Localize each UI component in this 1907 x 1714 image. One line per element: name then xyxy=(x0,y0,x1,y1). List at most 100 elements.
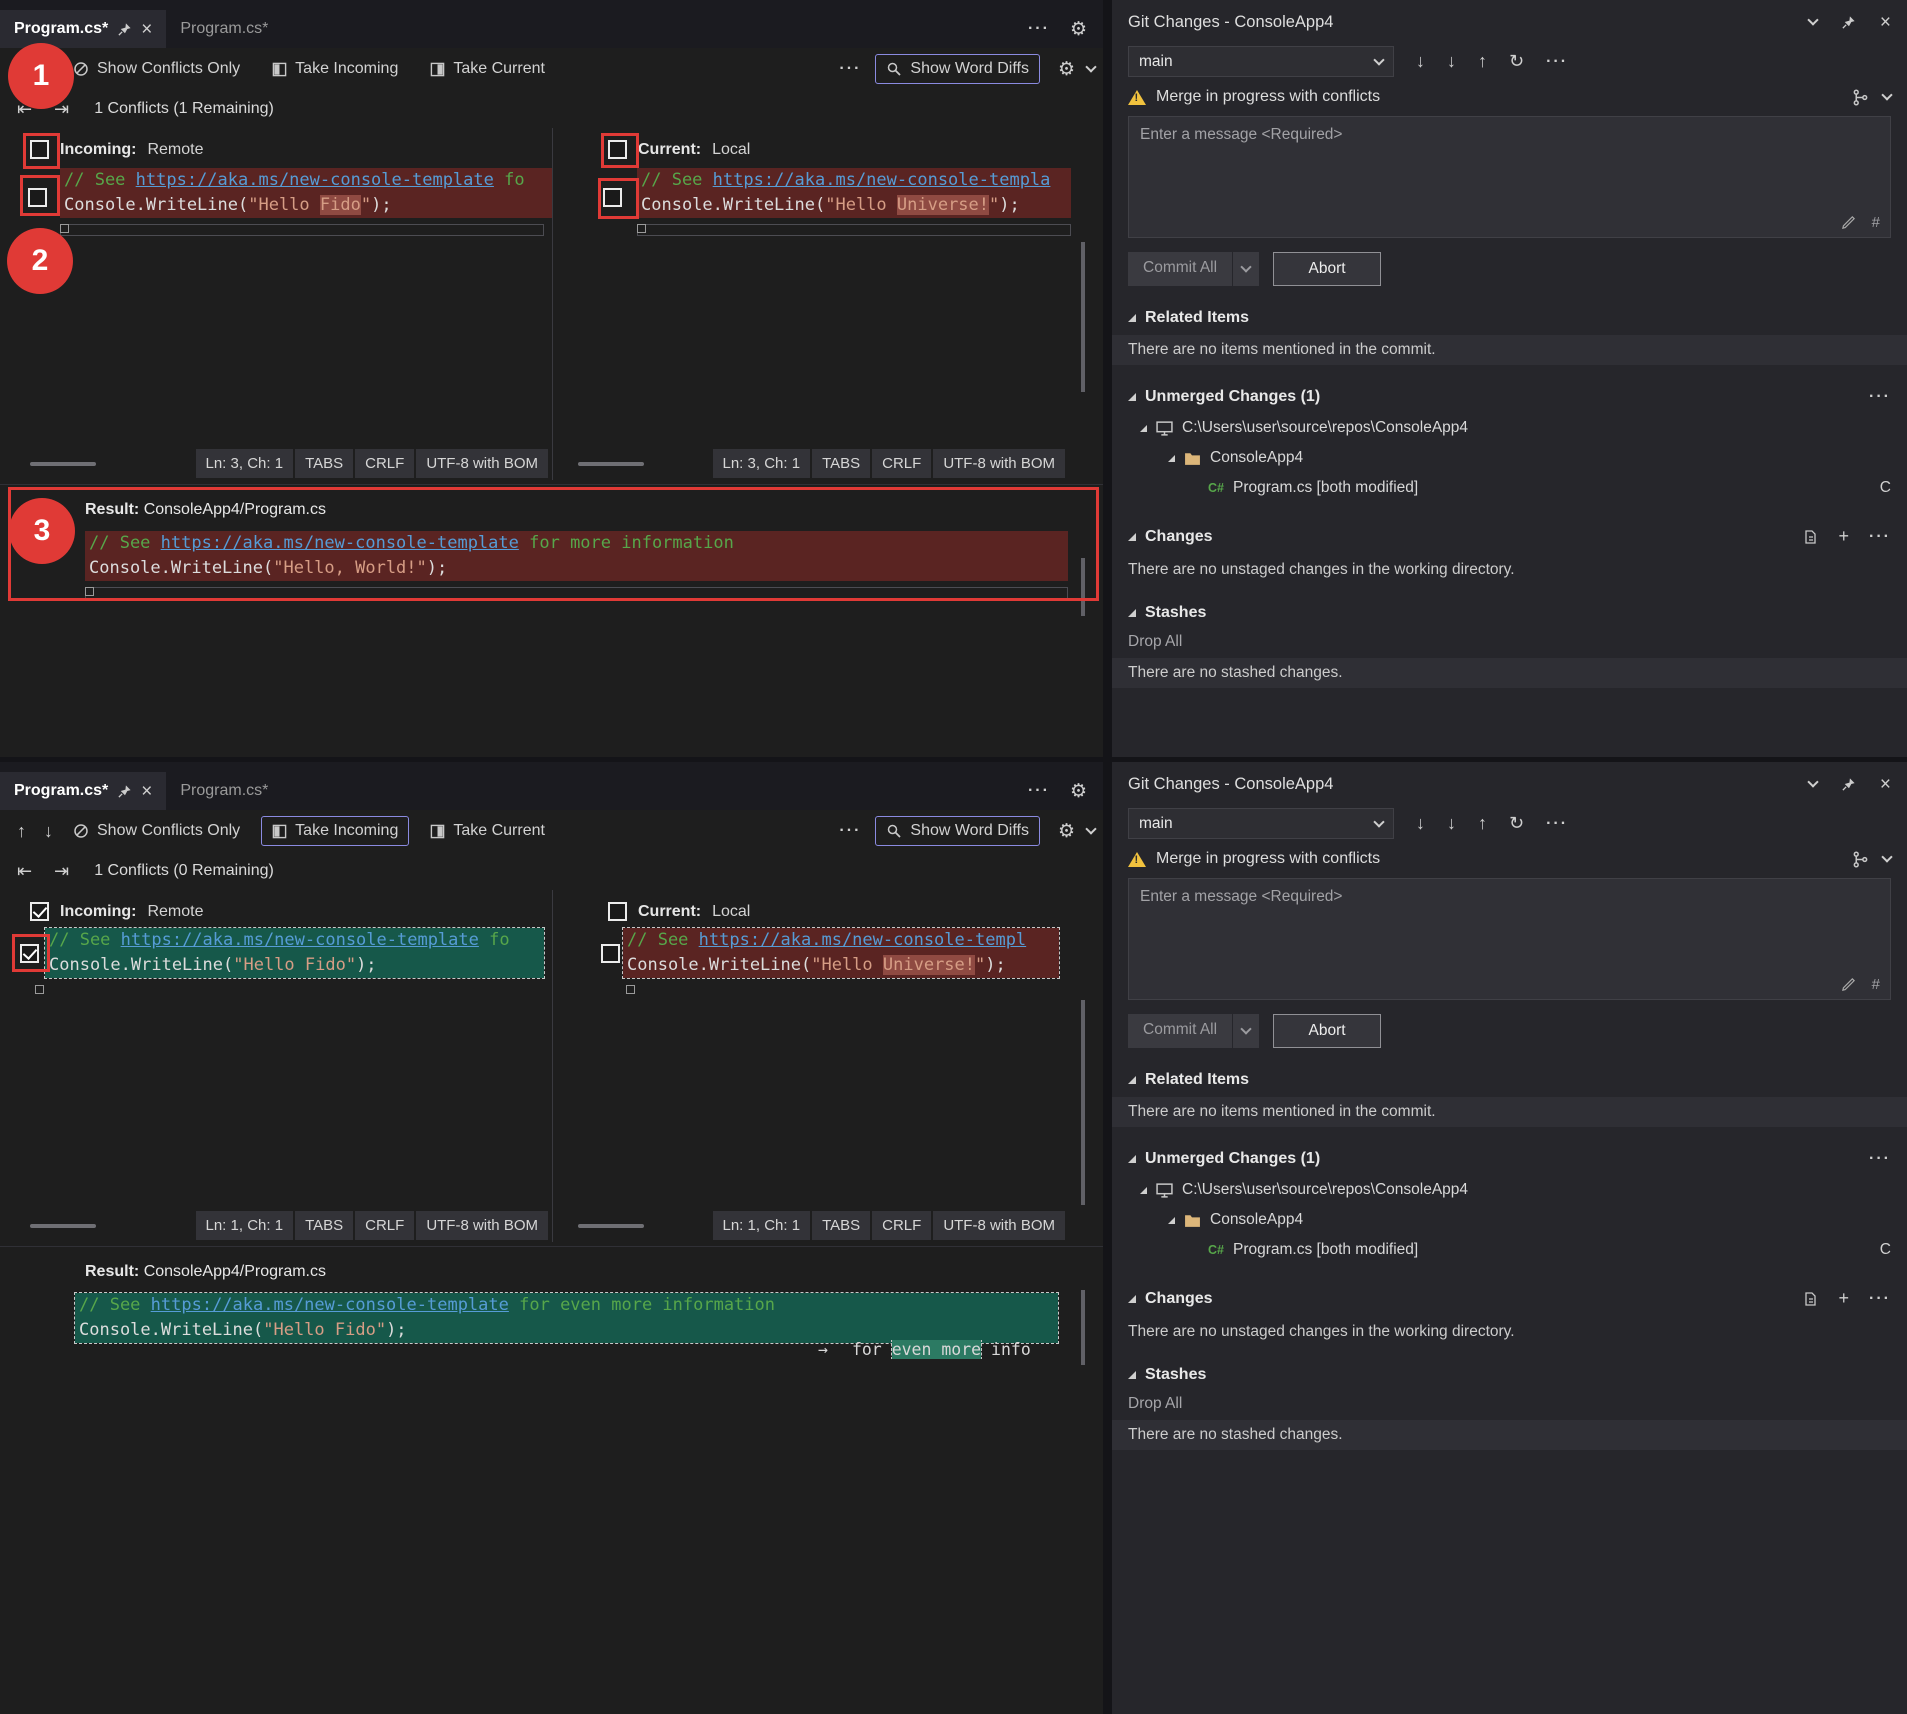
eol-indicator[interactable]: CRLF xyxy=(872,1211,931,1240)
down-icon[interactable]: ↓ xyxy=(35,57,62,82)
commit-all-dropdown[interactable] xyxy=(1232,1014,1259,1048)
file-row[interactable]: C# Program.cs [both modified] C xyxy=(1112,473,1907,503)
tabs-indicator[interactable]: TABS xyxy=(812,1211,870,1240)
encoding-indicator[interactable]: UTF-8 with BOM xyxy=(933,449,1065,478)
current-all-checkbox[interactable] xyxy=(608,140,627,159)
changes-header[interactable]: Changes + ··· xyxy=(1112,1285,1907,1312)
next-conflict-icon[interactable]: ⇥ xyxy=(45,97,78,122)
file-row[interactable]: C# Program.cs [both modified] C xyxy=(1112,1235,1907,1265)
stashes-header[interactable]: Stashes xyxy=(1112,1363,1907,1387)
pull-icon[interactable]: ↓ xyxy=(1447,813,1456,834)
tabs-indicator[interactable]: TABS xyxy=(295,1211,353,1240)
stage-all-icon[interactable]: + xyxy=(1839,1288,1850,1309)
chevron-down-icon[interactable] xyxy=(1807,14,1818,25)
commit-all-button[interactable]: Commit All xyxy=(1128,1014,1232,1048)
pin-icon[interactable] xyxy=(1841,15,1856,30)
incoming-code[interactable]: // See https://aka.ms/new-console-templa… xyxy=(60,168,552,218)
fetch-icon[interactable]: ↓ xyxy=(1416,51,1425,72)
more-icon[interactable]: ··· xyxy=(1546,53,1568,71)
gear-icon[interactable]: ⚙ xyxy=(1058,820,1075,842)
chevron-down-icon[interactable] xyxy=(1881,851,1892,862)
current-all-checkbox[interactable] xyxy=(608,902,627,921)
more-icon[interactable]: ··· xyxy=(1869,1150,1891,1168)
pin-icon[interactable] xyxy=(1841,777,1856,792)
show-conflicts-only-button[interactable]: Show Conflicts Only xyxy=(62,54,251,84)
line-col-indicator[interactable]: Ln: 1, Ch: 1 xyxy=(196,1211,294,1240)
chevron-down-icon[interactable] xyxy=(1807,776,1818,787)
take-current-button[interactable]: Take Current xyxy=(419,816,556,846)
incoming-conflict-checkbox[interactable] xyxy=(28,188,47,207)
git-branch-icon[interactable] xyxy=(1852,851,1869,868)
next-conflict-icon[interactable]: ⇥ xyxy=(45,859,78,884)
push-icon[interactable]: ↑ xyxy=(1478,813,1487,834)
pen-icon[interactable] xyxy=(1841,977,1856,992)
gear-icon[interactable]: ⚙ xyxy=(1058,58,1075,80)
current-conflict-checkbox[interactable] xyxy=(601,944,620,963)
refresh-icon[interactable]: ↻ xyxy=(1509,813,1524,834)
fetch-icon[interactable]: ↓ xyxy=(1416,813,1425,834)
repo-root-row[interactable]: C:\Users\user\source\repos\ConsoleApp4 xyxy=(1112,413,1907,443)
current-code[interactable]: // See https://aka.ms/new-console-templa… xyxy=(637,168,1071,218)
more-icon[interactable]: ··· xyxy=(1869,528,1891,546)
refresh-icon[interactable]: ↻ xyxy=(1509,51,1524,72)
chevron-down-icon[interactable] xyxy=(1881,89,1892,100)
up-icon[interactable]: ↑ xyxy=(8,57,35,82)
commit-all-dropdown[interactable] xyxy=(1232,252,1259,286)
close-icon[interactable]: × xyxy=(1880,13,1891,32)
pull-icon[interactable]: ↓ xyxy=(1447,51,1456,72)
close-icon[interactable]: × xyxy=(141,782,152,801)
result-code[interactable]: // See https://aka.ms/new-console-templa… xyxy=(75,1293,1058,1343)
close-icon[interactable]: × xyxy=(141,20,152,39)
more-icon[interactable]: ··· xyxy=(1869,388,1891,406)
vertical-scrollbar[interactable] xyxy=(1081,1000,1085,1205)
pin-icon[interactable] xyxy=(117,784,132,799)
tab-program-cs-active[interactable]: Program.cs* × xyxy=(0,10,166,48)
project-row[interactable]: ConsoleApp4 xyxy=(1112,443,1907,473)
gear-icon[interactable]: ⚙ xyxy=(1070,18,1087,40)
result-code[interactable]: // See https://aka.ms/new-console-templa… xyxy=(85,531,1068,581)
prev-conflict-icon[interactable]: ⇤ xyxy=(8,97,41,122)
commit-all-button[interactable]: Commit All xyxy=(1128,252,1232,286)
push-icon[interactable]: ↑ xyxy=(1478,51,1487,72)
incoming-all-checkbox[interactable] xyxy=(30,140,49,159)
line-col-indicator[interactable]: Ln: 3, Ch: 1 xyxy=(196,449,294,478)
more-actions-icon[interactable]: ··· xyxy=(1028,20,1050,38)
more-icon[interactable]: ··· xyxy=(1869,1290,1891,1308)
pen-icon[interactable] xyxy=(1841,215,1856,230)
pin-icon[interactable] xyxy=(117,22,132,37)
drop-all-button[interactable]: Drop All xyxy=(1112,625,1907,653)
vertical-scrollbar[interactable] xyxy=(1081,558,1085,616)
related-items-header[interactable]: Related Items xyxy=(1112,1068,1907,1092)
diff-file-icon[interactable] xyxy=(1803,1291,1819,1307)
close-icon[interactable]: × xyxy=(1880,775,1891,794)
related-items-header[interactable]: Related Items xyxy=(1112,306,1907,330)
tab-program-cs[interactable]: Program.cs* xyxy=(166,10,282,48)
commit-message-input[interactable]: Enter a message <Required> # xyxy=(1128,878,1891,1000)
abort-button[interactable]: Abort xyxy=(1273,252,1381,286)
drop-all-button[interactable]: Drop All xyxy=(1112,1387,1907,1415)
prev-conflict-icon[interactable]: ⇤ xyxy=(8,859,41,884)
incoming-conflict-checkbox[interactable] xyxy=(20,944,39,963)
more-actions-icon[interactable]: ··· xyxy=(1028,782,1050,800)
hash-icon[interactable]: # xyxy=(1872,214,1880,231)
current-conflict-checkbox[interactable] xyxy=(603,188,622,207)
down-icon[interactable]: ↓ xyxy=(35,819,62,844)
stage-all-icon[interactable]: + xyxy=(1839,526,1850,547)
encoding-indicator[interactable]: UTF-8 with BOM xyxy=(416,449,548,478)
toolbar-overflow-icon[interactable]: ··· xyxy=(839,822,861,840)
gear-icon[interactable]: ⚙ xyxy=(1070,780,1087,802)
tabs-indicator[interactable]: TABS xyxy=(812,449,870,478)
changes-header[interactable]: Changes + ··· xyxy=(1112,523,1907,550)
abort-button[interactable]: Abort xyxy=(1273,1014,1381,1048)
branch-selector[interactable]: main xyxy=(1128,46,1394,77)
eol-indicator[interactable]: CRLF xyxy=(872,449,931,478)
encoding-indicator[interactable]: UTF-8 with BOM xyxy=(933,1211,1065,1240)
vertical-scrollbar[interactable] xyxy=(1081,1290,1085,1365)
git-branch-icon[interactable] xyxy=(1852,89,1869,106)
line-col-indicator[interactable]: Ln: 1, Ch: 1 xyxy=(713,1211,811,1240)
line-col-indicator[interactable]: Ln: 3, Ch: 1 xyxy=(713,449,811,478)
current-code[interactable]: // See https://aka.ms/new-console-templC… xyxy=(623,928,1059,978)
show-word-diffs-button[interactable]: Show Word Diffs xyxy=(875,54,1040,84)
tab-program-cs-active[interactable]: Program.cs* × xyxy=(0,772,166,810)
toolbar-overflow-icon[interactable]: ··· xyxy=(839,60,861,78)
